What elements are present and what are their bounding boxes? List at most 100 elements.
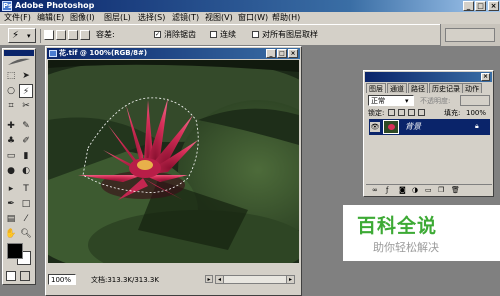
contiguous-checkbox[interactable] — [210, 31, 217, 38]
slice-tool-icon[interactable]: ✂ — [19, 99, 33, 113]
lasso-tool-icon[interactable]: ○ — [4, 84, 18, 98]
healing-brush-icon[interactable]: ✚ — [4, 119, 18, 133]
tab-actions[interactable]: 动作 — [462, 83, 482, 93]
lock-pixels-icon[interactable] — [398, 109, 405, 116]
menu-layer[interactable]: 图层(L) — [104, 12, 131, 24]
magic-wand-tool-icon[interactable]: ⚡ — [19, 84, 33, 98]
scroll-left-arrow-icon[interactable]: ◂ — [216, 276, 224, 283]
layer-mask-icon[interactable]: ◙ — [399, 186, 406, 194]
zoom-level-field[interactable] — [48, 274, 76, 285]
logo-brand-text: 百科全说 — [357, 215, 438, 237]
water-lily-photo — [48, 60, 299, 263]
layer-thumbnail — [383, 120, 399, 134]
menu-help[interactable]: 帮助(H) — [272, 12, 300, 24]
blur-tool-icon[interactable]: ● — [4, 164, 18, 178]
thumbnail-flower — [388, 124, 395, 130]
eraser-tool-icon[interactable]: ▭ — [4, 149, 18, 163]
new-group-icon[interactable]: ▭ — [425, 186, 432, 194]
notes-tool-icon[interactable]: ▤ — [4, 212, 18, 226]
menu-filter[interactable]: 滤镜(T) — [172, 12, 199, 24]
doc-close-button[interactable]: × — [288, 49, 298, 58]
maximize-button[interactable]: □ — [475, 1, 486, 11]
chevron-down-icon: ▾ — [27, 32, 31, 40]
shape-tool-icon[interactable]: □ — [19, 197, 33, 211]
watermark-logo: 百科全说 助你轻松解决 — [343, 205, 500, 261]
menu-edit[interactable]: 编辑(E) — [37, 12, 64, 24]
delete-layer-icon[interactable]: 🗑︎ — [451, 186, 460, 194]
crop-tool-icon[interactable]: ⌗ — [4, 99, 18, 113]
document-window: 花.tif @ 100%(RGB/8#) _ □ × 100% 文档:313.3… — [45, 46, 302, 296]
lock-position-icon[interactable] — [408, 109, 415, 116]
doc-maximize-button[interactable]: □ — [277, 49, 287, 58]
minimize-button[interactable]: _ — [463, 1, 474, 11]
menu-select[interactable]: 选择(S) — [138, 12, 165, 24]
fill-value[interactable]: 100% — [466, 108, 486, 118]
feather-logo-icon — [8, 58, 30, 65]
adjustment-layer-icon[interactable]: ◑ — [412, 186, 418, 194]
layers-list-empty-area — [368, 137, 490, 183]
tool-preset-picker[interactable]: ⚡ ▾ — [8, 28, 36, 43]
layers-palette: × 图层 通道 路径 历史记录 动作 正常 ▾ 不透明度: 锁定: 填充: 10… — [363, 70, 494, 197]
layer-name[interactable]: 背景 — [405, 121, 421, 133]
palette-close-button[interactable]: × — [481, 73, 490, 81]
window-title: Adobe Photoshop — [15, 1, 95, 10]
horizontal-scrollbar[interactable]: ◂ ▸ — [215, 275, 295, 284]
menu-image[interactable]: 图像(I) — [70, 12, 95, 24]
toolbox-title — [4, 50, 34, 56]
layer-style-icon[interactable]: ƒ — [386, 186, 388, 194]
move-tool-icon[interactable]: ➤ — [19, 69, 33, 83]
zoom-tool-icon[interactable]: 🔍︎ — [19, 227, 33, 241]
document-title-bar: 花.tif @ 100%(RGB/8#) _ □ × — [47, 48, 300, 59]
document-status-bar: 文档:313.3K/313.3K ▸ ◂ ▸ — [47, 274, 300, 286]
type-tool-icon[interactable]: T — [19, 182, 33, 196]
link-layers-icon[interactable]: ∞ — [372, 186, 378, 194]
brush-tool-icon[interactable]: ✎ — [19, 119, 33, 133]
hand-tool-icon[interactable]: ✋ — [4, 227, 18, 241]
gradient-tool-icon[interactable]: ▮ — [19, 149, 33, 163]
intersect-selection-icon[interactable] — [80, 30, 90, 40]
antialias-checkbox[interactable]: ✓ — [154, 31, 161, 38]
marquee-tool-icon[interactable]: ⬚ — [4, 69, 18, 83]
antialias-label: 消除锯齿 — [164, 30, 196, 39]
tab-history[interactable]: 历史记录 — [429, 83, 463, 93]
blend-mode-select[interactable]: 正常 ▾ — [368, 95, 414, 106]
menu-view[interactable]: 视图(V) — [205, 12, 233, 24]
tab-layers[interactable]: 图层 — [366, 83, 386, 93]
tab-channels[interactable]: 通道 — [387, 83, 407, 93]
photoshop-app-icon: Ps — [2, 1, 13, 11]
doc-minimize-button[interactable]: _ — [266, 49, 276, 58]
eye-visibility-icon[interactable]: 👁︎ — [370, 122, 380, 132]
layer-row-background[interactable]: 👁︎ 背景 🔒︎ — [369, 119, 490, 135]
pen-tool-icon[interactable]: ✒ — [4, 197, 18, 211]
document-size-info: 文档:313.3K/313.3K — [91, 276, 159, 284]
image-canvas[interactable] — [48, 60, 299, 263]
tab-paths[interactable]: 路径 — [408, 83, 428, 93]
menu-window[interactable]: 窗口(W) — [238, 12, 268, 24]
all-layers-checkbox[interactable] — [252, 31, 259, 38]
history-brush-icon[interactable]: ✐ — [19, 134, 33, 148]
palette-well-tabs[interactable] — [445, 28, 495, 42]
standard-mode-icon[interactable] — [6, 271, 16, 281]
lock-all-icon[interactable] — [418, 109, 425, 116]
adobe-online-icon[interactable] — [4, 57, 34, 67]
quick-mask-icon[interactable] — [20, 271, 30, 281]
new-layer-icon[interactable]: ❐ — [438, 186, 444, 194]
magic-wand-icon: ⚡ — [12, 30, 20, 41]
add-to-selection-icon[interactable] — [56, 30, 66, 40]
new-selection-icon[interactable] — [44, 30, 54, 40]
clone-stamp-icon[interactable]: ♣ — [4, 134, 18, 148]
lock-transparency-icon[interactable] — [388, 109, 395, 116]
opacity-field[interactable] — [460, 95, 490, 106]
fill-label: 填充: — [444, 109, 461, 117]
subtract-selection-icon[interactable] — [68, 30, 78, 40]
palette-well[interactable] — [440, 24, 500, 46]
path-select-icon[interactable]: ▸ — [4, 182, 18, 196]
scroll-right-arrow-icon[interactable]: ▸ — [286, 276, 294, 283]
eyedropper-icon[interactable]: ⁄ — [19, 212, 33, 226]
foreground-color-swatch[interactable] — [7, 243, 23, 259]
close-button[interactable]: × — [488, 1, 499, 11]
dodge-tool-icon[interactable]: ◐ — [19, 164, 33, 178]
status-menu-arrow-icon[interactable]: ▸ — [205, 275, 213, 283]
menu-file[interactable]: 文件(F) — [4, 12, 31, 24]
tolerance-label: 容差: — [96, 30, 115, 39]
